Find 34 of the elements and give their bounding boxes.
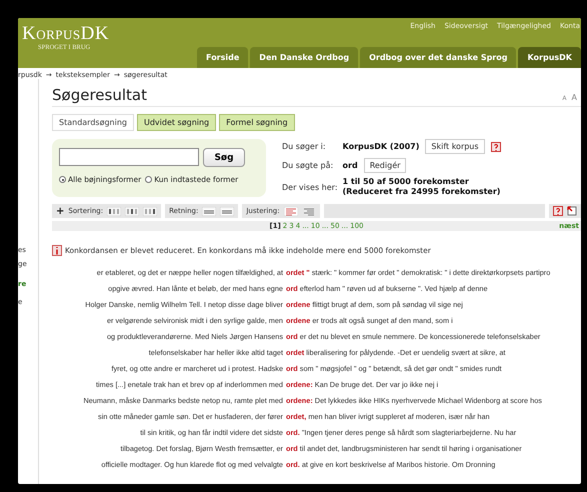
search-field[interactable] <box>59 148 199 166</box>
info-label: Der vises her: <box>282 182 338 192</box>
direction-icon[interactable] <box>202 206 216 216</box>
nav-tab[interactable]: Den Danske Ordbog <box>250 47 358 68</box>
info-icon <box>52 245 62 256</box>
nav-tab[interactable]: Forside <box>197 47 248 68</box>
nav-tab[interactable]: KorpusDK <box>518 47 581 68</box>
page-title: Søgeresultat <box>52 86 148 104</box>
export-icon[interactable] <box>567 206 577 216</box>
direction-icon[interactable] <box>220 206 234 216</box>
sort-columns-icon[interactable] <box>107 206 122 216</box>
align-left-icon[interactable] <box>284 206 298 216</box>
sort-columns-icon[interactable] <box>143 206 158 216</box>
font-size-toggle[interactable]: A <box>572 93 577 102</box>
query-text: ord <box>342 161 358 170</box>
help-icon[interactable] <box>553 206 563 216</box>
info-label: Du søger i: <box>282 142 327 151</box>
info-label: Du søgte på: <box>282 161 334 170</box>
nav-tab[interactable]: Ordbog over det danske Sprog <box>360 47 516 68</box>
sort-columns-icon[interactable] <box>125 206 140 216</box>
search-button[interactable]: Søg <box>203 148 245 167</box>
search-tab[interactable]: Formel søgning <box>219 114 295 131</box>
radio-button[interactable] <box>145 176 152 183</box>
radio-button[interactable] <box>59 176 66 183</box>
result-count: 1 til 50 af 5000 forekomster <box>342 177 470 187</box>
align-right-icon[interactable] <box>302 206 316 216</box>
search-tab[interactable]: Standardsøgning <box>52 114 134 131</box>
corpus-name: KorpusDK (2007) <box>342 142 420 151</box>
edit-button[interactable]: Redigér <box>364 158 406 173</box>
switch-corpus-button[interactable]: Skift korpus <box>425 139 485 154</box>
search-tab[interactable]: Udvidet søgning <box>136 114 216 131</box>
reduced-note: (Reduceret fra 24995 forekomster) <box>342 187 501 197</box>
help-icon[interactable] <box>490 142 501 152</box>
add-button[interactable]: + <box>56 206 64 216</box>
